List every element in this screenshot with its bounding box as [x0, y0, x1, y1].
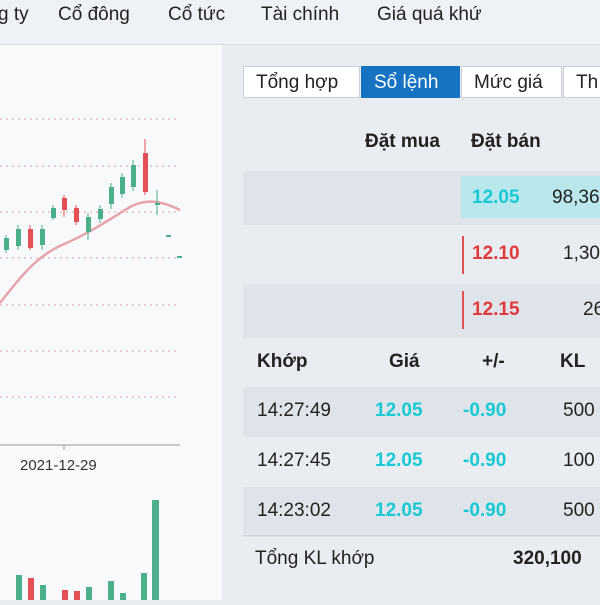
matched-trade-row: 14:27:45 12.05 -0.90 100	[243, 437, 600, 487]
matched-price-header: Giá	[389, 351, 420, 372]
order-book-row: 12.10 1,30	[243, 228, 600, 282]
trade-volume: 500	[563, 500, 595, 521]
volume-bars	[16, 500, 159, 600]
candlestick-chart[interactable]	[0, 45, 222, 600]
ask-volume: 1,30	[563, 243, 600, 264]
tab-more[interactable]: Th	[563, 66, 600, 98]
trade-volume: 100	[563, 450, 595, 471]
matched-trade-row: 14:27:49 12.05 -0.90 500	[243, 387, 600, 437]
trade-change: -0.90	[463, 500, 507, 521]
trade-change: -0.90	[463, 400, 507, 421]
ask-price: 12.10	[472, 243, 520, 264]
candles	[4, 139, 182, 258]
trade-price: 12.05	[375, 450, 423, 471]
total-matched-label: Tổng KL khớp	[255, 548, 375, 569]
order-book-sell-header: Đặt bán	[471, 131, 541, 152]
matched-time-header: Khớp	[257, 351, 308, 372]
nav-item-shareholders[interactable]: Cổ đông	[58, 4, 130, 26]
trade-time: 14:27:49	[257, 400, 331, 421]
ask-volume: 98,36	[552, 187, 600, 208]
trade-time: 14:27:45	[257, 450, 331, 471]
matched-volume-header: KL	[560, 351, 586, 372]
nav-item-price-history[interactable]: Giá quá khứ	[377, 4, 482, 26]
matched-change-header: +/-	[482, 351, 505, 372]
trade-price: 12.05	[375, 500, 423, 521]
total-matched-value: 320,100	[513, 548, 582, 569]
chart-gridlines	[0, 118, 180, 398]
trade-time: 14:23:02	[257, 500, 331, 521]
trade-price: 12.05	[375, 400, 423, 421]
ask-price: 12.05	[472, 187, 520, 208]
total-matched-volume-row: Tổng KL khớp 320,100	[243, 535, 600, 586]
tab-order-book[interactable]: Sổ lệnh	[361, 66, 460, 98]
order-book-row: 12.15 26	[243, 284, 600, 338]
trading-panel: Tổng hợp Sổ lệnh Mức giá Th Đặt mua Đặt …	[222, 45, 600, 600]
nav-item-finance[interactable]: Tài chính	[261, 4, 339, 26]
trade-volume: 500	[563, 400, 595, 421]
tab-summary[interactable]: Tổng hợp	[243, 66, 360, 98]
moving-average-line	[0, 200, 181, 304]
x-axis-date-label: 2021-12-29	[20, 457, 97, 474]
nav-item-dividends[interactable]: Cổ tức	[168, 4, 225, 26]
tab-price-level[interactable]: Mức giá	[461, 66, 562, 98]
top-navigation: g ty Cổ đông Cổ tức Tài chính Giá quá kh…	[0, 0, 600, 45]
matched-trade-row: 14:23:02 12.05 -0.90 500	[243, 487, 600, 537]
nav-item-company[interactable]: g ty	[0, 4, 29, 26]
order-book-buy-header: Đặt mua	[365, 131, 440, 152]
ask-price: 12.15	[472, 299, 520, 320]
ask-volume: 26	[583, 299, 600, 320]
ask-separator	[462, 236, 464, 274]
trade-change: -0.90	[463, 450, 507, 471]
price-chart-panel: 2021-12-29	[0, 45, 223, 600]
order-book-row: 12.05 98,36	[243, 171, 600, 225]
ask-separator	[462, 291, 464, 329]
